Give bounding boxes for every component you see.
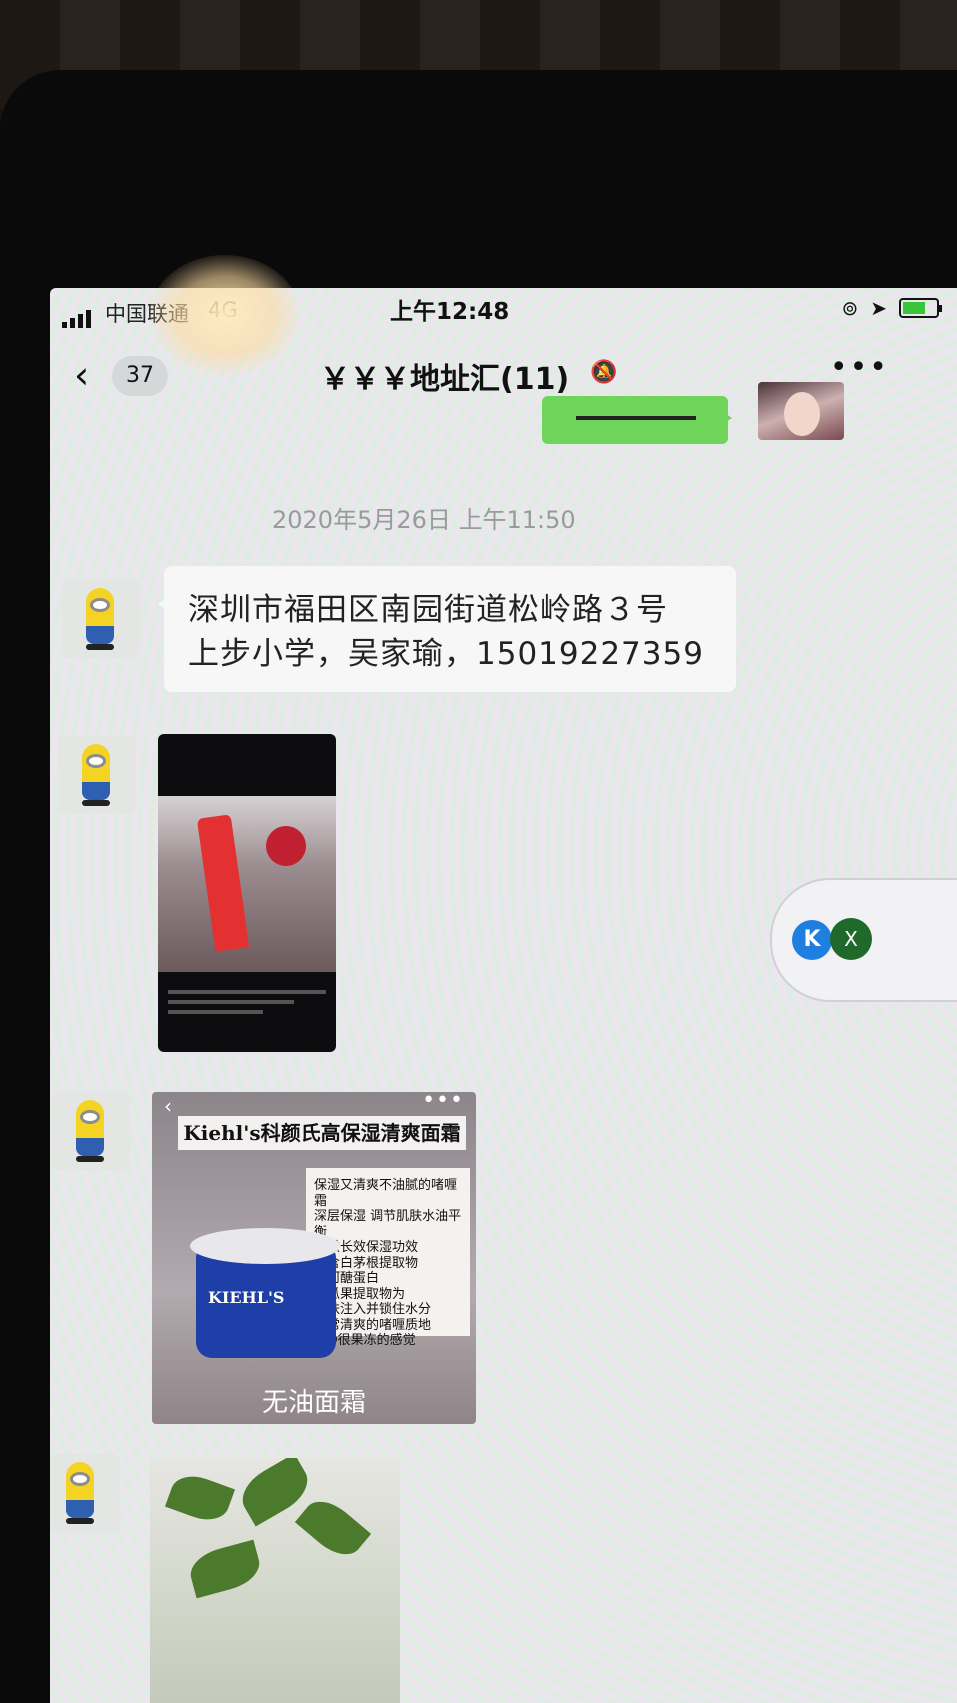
kiehls-title: Kiehl's科颜氏高保湿清爽面霜 bbox=[178, 1116, 466, 1150]
red-ornament bbox=[266, 826, 306, 866]
redacted-line bbox=[576, 416, 696, 420]
battery-icon bbox=[899, 298, 942, 318]
floating-app-widget[interactable]: K X bbox=[770, 878, 957, 1002]
feature-line: 黄瓜果提取物为 bbox=[314, 1286, 406, 1302]
image-message-video-screenshot[interactable] bbox=[158, 734, 336, 1052]
image-message-kiehls[interactable]: ‹ ••• Kiehl's科颜氏高保湿清爽面霜 保湿又清爽不油腻的啫喱霜 深层保… bbox=[152, 1092, 476, 1424]
close-widget-button[interactable]: X bbox=[830, 918, 872, 960]
feature-line: 保湿又清爽不油腻的啫喱霜 bbox=[314, 1178, 458, 1209]
feature-line: 深层保湿 调节肌肤水油平衡 bbox=[314, 1209, 462, 1240]
message-timestamp: 2020年5月26日 上午11:50 bbox=[272, 506, 576, 534]
carrier-name: 中国联通 bbox=[105, 302, 189, 326]
feature-line: 肌肤注入并锁住水分 bbox=[314, 1302, 432, 1317]
status-bar: 中国联通 4G 上午12:48 ⊚ ➤ bbox=[50, 288, 957, 344]
image-message-plant[interactable] bbox=[150, 1458, 400, 1703]
rotation-lock-icon: ⊚ bbox=[841, 296, 859, 320]
status-time: 上午12:48 bbox=[390, 299, 510, 325]
feature-line: 冰河醣蛋白 bbox=[314, 1271, 380, 1286]
address-message-bubble[interactable]: 深圳市福田区南园街道松岭路３号 上步小学，吴家瑜，15019227359 bbox=[158, 566, 736, 692]
minion-avatar[interactable] bbox=[62, 580, 140, 658]
address-line-2: 上步小学，吴家瑜，15019227359 bbox=[188, 636, 704, 672]
kiehls-caption: 无油面霜 bbox=[261, 1388, 366, 1418]
mute-bell-icon: 🔕 bbox=[590, 360, 618, 385]
minion-avatar[interactable] bbox=[52, 1092, 130, 1170]
jar-lid bbox=[190, 1228, 340, 1264]
more-options-icon[interactable]: ••• bbox=[830, 350, 889, 385]
minion-avatar[interactable] bbox=[50, 1454, 120, 1532]
feature-line: 非常清爽的啫喱质地 bbox=[314, 1317, 432, 1333]
network-type: 4G bbox=[208, 298, 238, 322]
self-avatar[interactable] bbox=[758, 382, 844, 440]
sent-message-bubble[interactable] bbox=[542, 396, 732, 444]
back-arrow-icon: ‹ bbox=[164, 1094, 172, 1118]
jar-brand-label: KIEHL'S bbox=[208, 1288, 285, 1307]
chat-title: ￥￥￥地址汇(11) bbox=[320, 362, 570, 397]
app-logo-icon[interactable]: K bbox=[792, 920, 832, 960]
caption-lines bbox=[168, 984, 326, 1020]
status-icons: ⊚ ➤ bbox=[841, 296, 942, 320]
unread-count-badge[interactable]: 37 bbox=[112, 356, 168, 396]
feature-line: 富含白茅根提取物 bbox=[314, 1255, 419, 1271]
signal-strength-icon bbox=[62, 310, 91, 328]
back-chevron-icon[interactable]: ‹ bbox=[74, 356, 89, 394]
more-dots-icon: ••• bbox=[422, 1092, 464, 1113]
location-icon: ➤ bbox=[870, 296, 887, 320]
minion-avatar[interactable] bbox=[58, 736, 136, 814]
address-line-1: 深圳市福田区南园街道松岭路３号 bbox=[188, 592, 668, 628]
feature-line: 很Q很果冻的感觉 bbox=[314, 1333, 416, 1348]
